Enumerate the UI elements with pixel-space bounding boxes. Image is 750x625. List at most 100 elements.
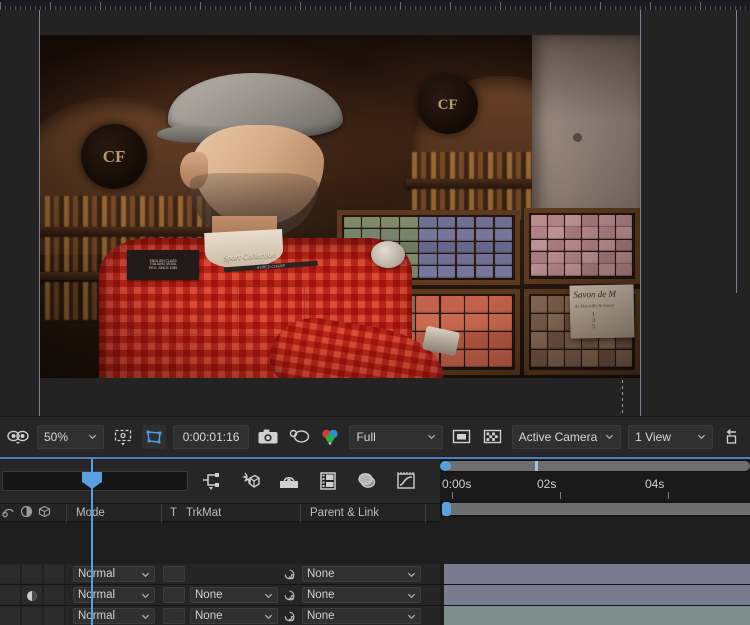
- soap-bar: [489, 349, 513, 367]
- soap-bar: [489, 295, 513, 313]
- enable-motion-blur-icon[interactable]: [278, 470, 300, 492]
- auto-keyframe-icon[interactable]: [356, 470, 378, 492]
- work-area-track[interactable]: [445, 503, 750, 515]
- pick-whip-icon[interactable]: [283, 589, 296, 602]
- layer-duration-bar[interactable]: [444, 564, 750, 584]
- audio-switch-cell[interactable]: [22, 607, 43, 625]
- table-row[interactable]: Normal None None: [0, 606, 750, 625]
- mode-value: Normal: [78, 589, 116, 601]
- embroidery-script: Sport Collection: [223, 249, 277, 262]
- choose-grid-and-guide-options-icon[interactable]: [111, 425, 135, 449]
- current-time-indicator[interactable]: [82, 459, 102, 625]
- audio-switch-cell[interactable]: [22, 565, 43, 583]
- trkmat-dropdown[interactable]: None: [190, 587, 278, 603]
- trkmat-dropdown[interactable]: None: [190, 608, 278, 624]
- layer-bar-track[interactable]: [440, 606, 750, 625]
- audio-switch-cell[interactable]: [22, 586, 43, 604]
- work-area-bar[interactable]: [440, 501, 750, 517]
- 3d-view-popup[interactable]: Active Camera: [511, 424, 622, 449]
- composition-viewer[interactable]: Savon de M de Marseille & Savon 135: [0, 10, 750, 425]
- track-matte-toggle[interactable]: [163, 587, 185, 603]
- time-navigator[interactable]: [440, 460, 750, 472]
- shirt-patch-text: ENGLISH CLASS ITALIANO MODA REG. SINCE 198…: [127, 249, 200, 281]
- solo-switch-cell[interactable]: [44, 565, 65, 583]
- ruler-tick: [150, 2, 151, 10]
- take-snapshot-icon[interactable]: [256, 425, 280, 449]
- solo-switch-cell[interactable]: [44, 607, 65, 625]
- soap-bar: [615, 215, 633, 227]
- column-header-trkmat[interactable]: TrkMat: [186, 507, 221, 519]
- chevron-down-icon: [88, 434, 96, 440]
- resolution-popup[interactable]: Full: [349, 424, 443, 449]
- column-divider: [425, 504, 426, 523]
- mode-dropdown[interactable]: Normal: [73, 608, 155, 624]
- audio-switch-icon[interactable]: [2, 505, 15, 518]
- chevron-down-icon: [141, 572, 150, 577]
- layer-duration-bar[interactable]: [444, 585, 750, 605]
- solo-switch-cell[interactable]: [44, 586, 65, 604]
- sign-price-lines: 135: [591, 312, 595, 331]
- work-area-start-handle[interactable]: [442, 502, 451, 516]
- crate-top-right: [523, 208, 640, 284]
- ruler-tick: [560, 492, 561, 499]
- layer-bar-track[interactable]: [440, 564, 750, 584]
- time-navigator-start-handle[interactable]: [440, 461, 451, 471]
- reset-exposure-icon[interactable]: [720, 425, 744, 449]
- timeline-ruler[interactable]: 0:00s 02s 04s: [440, 472, 750, 501]
- parent-dropdown[interactable]: None: [302, 587, 421, 603]
- current-time-display[interactable]: 0:00:01:16: [172, 424, 250, 449]
- guide-right[interactable]: [640, 10, 641, 416]
- toggle-viewer-masks-icon[interactable]: [6, 425, 30, 449]
- mode-dropdown[interactable]: Normal: [73, 587, 155, 603]
- timeline-toolbar-icons: [200, 459, 417, 503]
- table-row[interactable]: Normal None: [0, 564, 750, 585]
- toggle-mask-and-shape-path-visibility-icon[interactable]: [450, 425, 474, 449]
- track-matte-toggle[interactable]: [163, 608, 185, 624]
- layer-row-controls: Normal None: [0, 564, 440, 584]
- layer-duration-bar[interactable]: [444, 606, 750, 625]
- video-switch-cell[interactable]: [0, 565, 21, 583]
- soap-bar: [475, 266, 494, 278]
- track-matte-toggle[interactable]: [163, 566, 185, 582]
- column-header-parent-and-link[interactable]: Parent & Link: [310, 507, 379, 519]
- show-last-snapshot-icon[interactable]: [287, 425, 311, 449]
- table-row[interactable]: Normal None None: [0, 585, 750, 606]
- guide-left[interactable]: [39, 10, 40, 416]
- soap-bar: [598, 252, 616, 264]
- column-header-t[interactable]: T: [170, 507, 177, 519]
- graph-editor-icon[interactable]: [395, 470, 417, 492]
- video-switch-cell[interactable]: [0, 607, 21, 625]
- video-switch-cell[interactable]: [0, 586, 21, 604]
- magnification-ratio-popup[interactable]: 50%: [37, 424, 104, 449]
- brainstorm-icon[interactable]: [317, 470, 339, 492]
- select-view-layout[interactable]: 1 View: [628, 424, 713, 449]
- parent-dropdown[interactable]: None: [302, 608, 421, 624]
- soap-bar: [494, 216, 513, 229]
- horizontal-ruler[interactable]: [0, 0, 750, 10]
- mode-dropdown[interactable]: Normal: [73, 566, 155, 582]
- soap-bar: [456, 253, 475, 266]
- ruler-label-0: 0:00s: [442, 477, 472, 491]
- time-navigator-track[interactable]: [445, 461, 750, 471]
- soap-bar: [564, 239, 581, 252]
- soap-bar: [464, 331, 488, 349]
- view-layout-value: 1 View: [635, 429, 671, 444]
- pick-whip-icon[interactable]: [283, 610, 296, 623]
- soap-bar: [530, 264, 547, 276]
- enable-frame-blending-icon[interactable]: [239, 470, 261, 492]
- show-channel-and-color-management-icon[interactable]: [318, 425, 342, 449]
- soap-bar: [437, 253, 456, 266]
- ruler-tick: [300, 2, 301, 10]
- 3d-layer-switch-icon[interactable]: [38, 505, 51, 518]
- trkmat-value: None: [195, 610, 223, 622]
- pick-whip-icon[interactable]: [283, 568, 296, 581]
- toggle-transparency-grid-icon[interactable]: [481, 425, 505, 449]
- solo-switch-icon[interactable]: [20, 505, 33, 518]
- layer-bar-track[interactable]: [440, 585, 750, 605]
- region-of-interest-icon[interactable]: [141, 424, 166, 449]
- guide-far-right[interactable]: [736, 10, 737, 293]
- quality-switch-icon[interactable]: [26, 589, 38, 601]
- soap-bar: [530, 331, 547, 349]
- parent-dropdown[interactable]: None: [302, 566, 421, 582]
- shy-layers-icon[interactable]: [200, 470, 222, 492]
